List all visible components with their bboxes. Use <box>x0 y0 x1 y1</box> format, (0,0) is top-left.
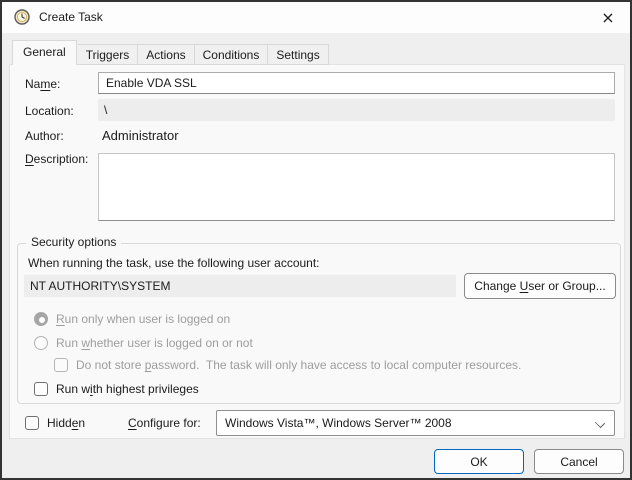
checkbox-run-highest-privileges[interactable] <box>34 382 48 396</box>
description-label: Description: <box>25 152 88 166</box>
checkbox-run-highest-privileges-label: Run with highest privileges <box>56 382 199 396</box>
author-label: Author: <box>25 129 64 143</box>
titlebar: Create Task × <box>2 2 630 33</box>
close-icon: × <box>601 10 614 26</box>
security-options-group: Security options When running the task, … <box>17 243 621 404</box>
radio-run-whether-logged-on-label: Run whether user is logged on or not <box>56 336 253 350</box>
checkbox-hidden[interactable] <box>25 416 39 430</box>
task-scheduler-clock-icon <box>14 9 30 25</box>
radio-run-only-logged-on-label: Run only when user is logged on <box>56 312 230 326</box>
checkbox-hidden-label: Hidden <box>47 416 85 430</box>
ok-button[interactable]: OK <box>434 449 524 474</box>
name-input[interactable] <box>98 72 615 94</box>
checkbox-do-not-store-password[interactable] <box>54 358 68 372</box>
chevron-down-icon <box>595 418 605 428</box>
radio-run-only-logged-on[interactable] <box>34 312 48 326</box>
tab-actions[interactable]: Actions <box>138 44 194 65</box>
author-value: Administrator <box>102 128 179 143</box>
radio-run-whether-logged-on[interactable] <box>34 336 48 350</box>
configure-for-selected-value: Windows Vista™, Windows Server™ 2008 <box>225 416 452 430</box>
description-input[interactable] <box>98 153 615 221</box>
create-task-dialog: Create Task × General Triggers Actions C… <box>0 0 632 480</box>
security-options-group-label: Security options <box>26 235 121 249</box>
tab-conditions[interactable]: Conditions <box>195 44 269 65</box>
checkbox-do-not-store-password-label: Do not store password. The task will onl… <box>76 358 521 372</box>
location-value-field: \ <box>98 99 615 121</box>
tab-strip: General Triggers Actions Conditions Sett… <box>12 40 329 65</box>
user-account-hint: When running the task, use the following… <box>28 256 320 270</box>
window-title: Create Task <box>39 10 103 24</box>
tab-general[interactable]: General <box>12 40 77 65</box>
configure-for-dropdown[interactable]: Windows Vista™, Windows Server™ 2008 <box>216 410 615 436</box>
tab-triggers[interactable]: Triggers <box>78 44 139 65</box>
change-user-or-group-button[interactable]: Change User or Group... <box>464 273 616 299</box>
tab-settings[interactable]: Settings <box>268 44 328 65</box>
location-label: Location: <box>25 104 74 118</box>
cancel-button[interactable]: Cancel <box>534 449 624 474</box>
name-label: Name: <box>25 77 60 91</box>
close-button[interactable]: × <box>588 2 628 33</box>
general-tab-page: Name: Location: \ Author: Administrator … <box>9 64 625 439</box>
user-account-field: NT AUTHORITY\SYSTEM <box>24 275 456 297</box>
configure-for-label: Configure for: <box>128 416 201 430</box>
